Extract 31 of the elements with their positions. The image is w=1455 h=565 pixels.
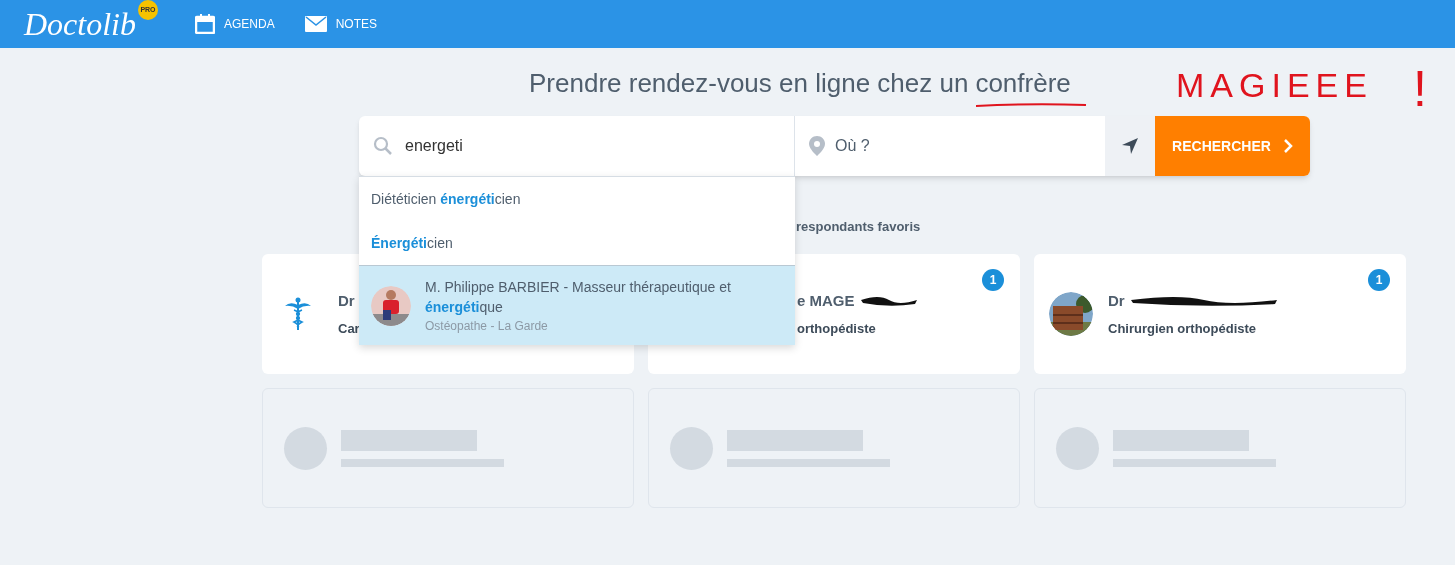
suggestion-item[interactable]: M. Philippe BARBIER - Masseur thérapeutique et énergétique Ostéopathe - La Garde — [359, 265, 795, 345]
page-title: Prendre rendez-vous en ligne chez un — [529, 66, 969, 100]
locate-button[interactable] — [1105, 116, 1155, 176]
doctor-specialty: Car — [338, 319, 360, 338]
doctor-name: Dr — [338, 291, 355, 311]
location-pin-icon — [809, 136, 825, 156]
suggestion-subtitle: Ostéopathe - La Garde — [425, 317, 549, 335]
suggestion-item[interactable]: Diététicien énergéticien — [359, 177, 795, 221]
mail-icon — [304, 16, 327, 32]
location-field[interactable]: Où ? — [835, 134, 1095, 158]
handwritten-note: MAGIEEE — [1176, 68, 1373, 102]
avatar-placeholder — [670, 426, 713, 470]
section-heading: respondants favoris — [796, 217, 921, 236]
count-badge: 1 — [982, 269, 1004, 291]
caduceus-icon — [284, 297, 312, 331]
calendar-icon — [195, 14, 215, 34]
doctor-specialty: orthopédiste — [797, 319, 877, 338]
avatar-placeholder — [284, 426, 327, 470]
handwritten-mark: ! — [1412, 64, 1427, 114]
doctor-specialty: Chirurgien orthopédiste — [1108, 319, 1258, 338]
count-badge: 1 — [1368, 269, 1390, 291]
suggestion-item[interactable]: Énergéticien — [359, 221, 795, 265]
doctor-name: Dr — [1108, 291, 1125, 311]
doctor-name: e MAGE — [797, 291, 855, 311]
chevron-right-icon — [1282, 138, 1293, 154]
doctor-card[interactable]: Dr Chirurgien orthopédiste 1 — [1034, 254, 1406, 374]
page-title-emphasis: confrère — [975, 63, 1071, 103]
navigation-arrow-icon — [1122, 138, 1138, 154]
avatar-placeholder — [1056, 426, 1099, 470]
search-icon — [373, 136, 393, 156]
search-field[interactable]: energeti — [405, 134, 765, 158]
